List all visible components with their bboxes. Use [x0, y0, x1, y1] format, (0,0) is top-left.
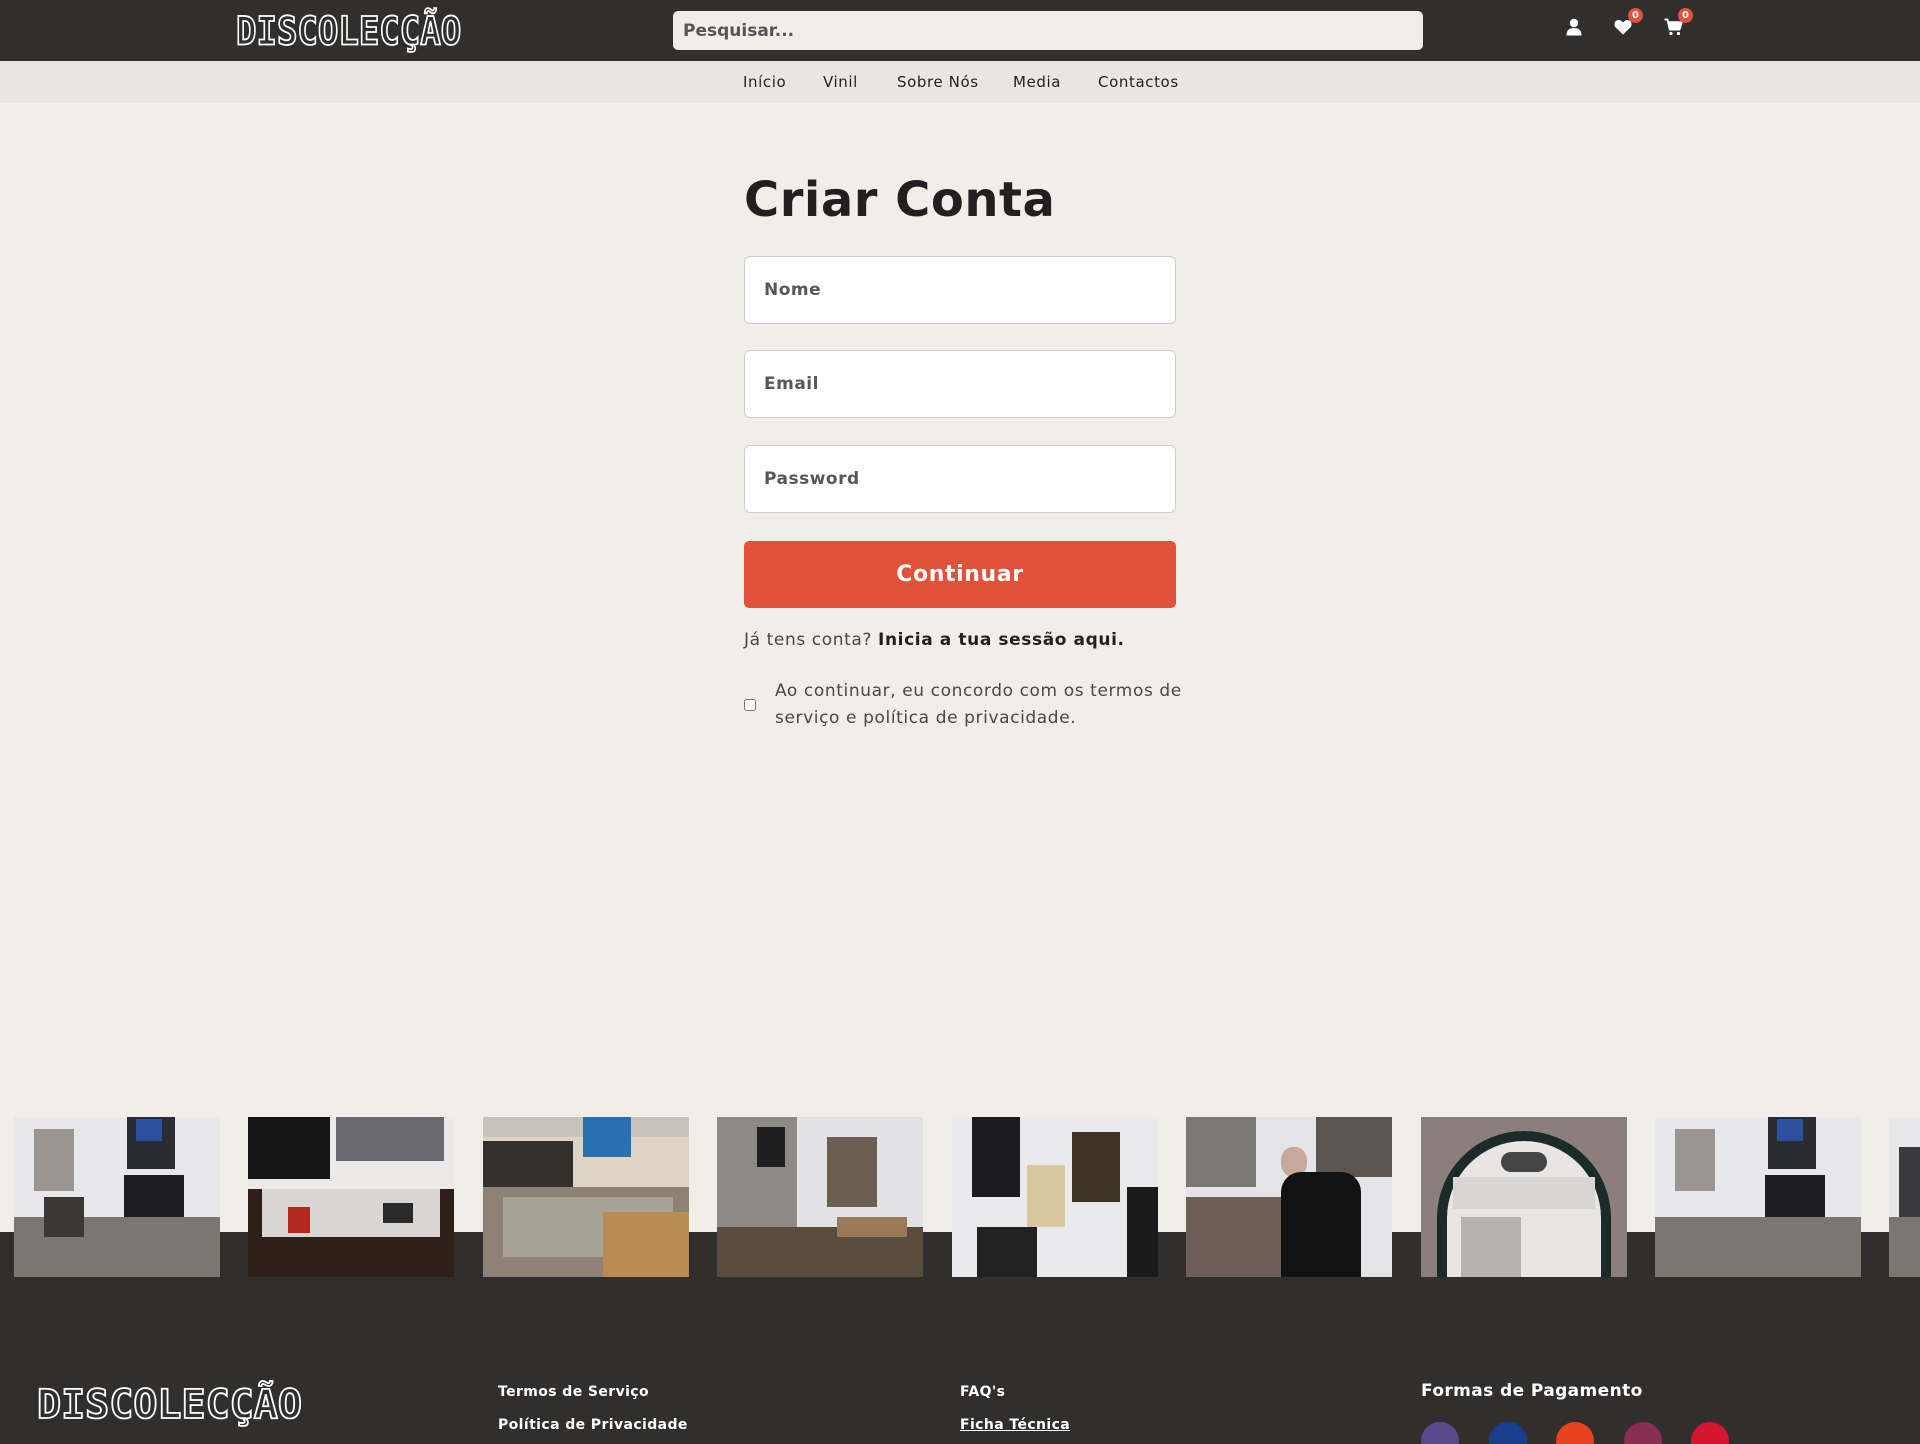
main-nav: Início Vinil Sobre Nós Media Contactos — [0, 61, 1920, 103]
heart-icon — [1614, 19, 1632, 35]
mastercard-icon — [1624, 1422, 1662, 1444]
visa-icon — [1421, 1422, 1459, 1444]
multibanco-icon — [1556, 1422, 1594, 1444]
wishlist-count-badge: 0 — [1628, 8, 1643, 23]
nav-item-inicio[interactable]: Início — [743, 73, 786, 91]
footer-link-privacy[interactable]: Política de Privacidade — [498, 1417, 688, 1433]
continue-button[interactable]: Continuar — [744, 541, 1176, 608]
gallery-photo — [1186, 1117, 1392, 1277]
wishlist-button[interactable]: 0 — [1610, 8, 1643, 40]
account-button[interactable] — [1561, 14, 1587, 40]
login-prompt-text: Já tens conta? — [744, 630, 873, 650]
cart-count-badge: 0 — [1678, 8, 1693, 23]
terms-label: Ao continuar, eu concordo com os termos … — [775, 681, 1182, 728]
user-icon — [1566, 18, 1582, 36]
nav-item-vinil[interactable]: Vinil — [823, 73, 858, 91]
logo-text: DISCOLECÇÃO — [235, 8, 462, 56]
password-field[interactable] — [744, 445, 1176, 513]
gallery-photo — [1421, 1117, 1627, 1277]
gallery-photo — [1655, 1117, 1861, 1277]
footer-link-terms[interactable]: Termos de Serviço — [498, 1384, 649, 1400]
gallery-photo — [952, 1117, 1158, 1277]
footer-logo[interactable]: DISCOLECÇÃO — [36, 1381, 303, 1429]
footer-logo-text: DISCOLECÇÃO — [36, 1381, 303, 1429]
store-photo-gallery — [0, 1117, 1920, 1277]
nav-item-sobre-nos[interactable]: Sobre Nós — [897, 73, 979, 91]
nav-item-media[interactable]: Media — [1013, 73, 1061, 91]
nav-item-contactos[interactable]: Contactos — [1098, 73, 1179, 91]
login-prompt-line: Já tens conta? Inicia a tua sessão aqui. — [744, 630, 1125, 650]
top-bar: DISCOLECÇÃO 0 0 — [0, 0, 1920, 61]
payments-heading: Formas de Pagamento — [1421, 1381, 1643, 1401]
gallery-photo — [248, 1117, 454, 1277]
gallery-photo — [483, 1117, 689, 1277]
search-input[interactable] — [673, 11, 1423, 50]
login-link[interactable]: Inicia a tua sessão aqui. — [878, 630, 1125, 650]
terms-checkbox[interactable] — [744, 699, 756, 711]
email-field[interactable] — [744, 350, 1176, 418]
page-title: Criar Conta — [744, 172, 1056, 228]
footer-link-ficha-tecnica[interactable]: Ficha Técnica — [960, 1417, 1070, 1433]
site-logo[interactable]: DISCOLECÇÃO — [235, 8, 462, 56]
footer-link-faqs[interactable]: FAQ's — [960, 1384, 1005, 1400]
mbway-icon — [1691, 1422, 1729, 1444]
site-footer: DISCOLECÇÃO Termos de Serviço Política d… — [0, 1277, 1920, 1444]
gallery-photo — [717, 1117, 923, 1277]
cart-button[interactable]: 0 — [1660, 8, 1693, 40]
paypal-icon — [1489, 1422, 1527, 1444]
gallery-photo — [14, 1117, 220, 1277]
name-field[interactable] — [744, 256, 1176, 324]
gallery-photo — [1889, 1117, 1920, 1277]
